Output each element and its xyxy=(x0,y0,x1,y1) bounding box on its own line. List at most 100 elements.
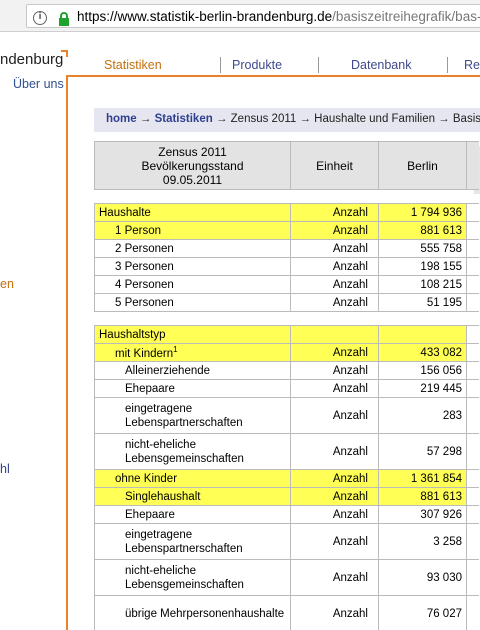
row-label-text: Alleinerziehende xyxy=(125,364,211,377)
row-label-text: 3 Personen xyxy=(115,260,174,273)
url-field[interactable]: i https://www.statistik-berlin-brandenbu… xyxy=(26,4,480,28)
row-unit xyxy=(290,325,379,344)
row-next-cell xyxy=(466,293,479,312)
nav-more[interactable]: Re xyxy=(464,58,480,72)
row-unit: Anzahl xyxy=(290,361,379,380)
row-value: 307 926 xyxy=(378,505,467,524)
breadcrumb-trail: → Zensus 2011 → Haushalte und Familien →… xyxy=(215,113,480,125)
row-unit: Anzahl xyxy=(290,257,379,276)
table-row: Alleinerziehende Anzahl 156 056 xyxy=(94,361,479,380)
row-unit: Anzahl xyxy=(290,397,379,434)
row-unit: Anzahl xyxy=(290,275,379,294)
spacer-cell xyxy=(290,189,379,204)
row-label-text: ohne Kinder xyxy=(115,472,178,485)
row-value: 1 794 936 xyxy=(378,203,467,222)
browser-address-bar: i https://www.statistik-berlin-brandenbu… xyxy=(0,0,480,32)
spacer-cell xyxy=(378,311,467,326)
row-label: eingetragene Lebenspartnerschaften xyxy=(94,523,291,560)
footnote-marker[interactable]: 1 xyxy=(173,345,177,354)
table-row: nicht-eheliche Lebensgemeinschaften Anzah… xyxy=(94,559,479,596)
row-label-text: Singlehaushalt xyxy=(125,490,201,503)
breadcrumb-home[interactable]: home xyxy=(106,113,137,125)
spacer-cell xyxy=(378,189,467,204)
breadcrumb-statistiken[interactable]: Statistiken xyxy=(155,113,213,125)
site-brand[interactable]: ndenburg xyxy=(0,51,63,68)
row-unit: Anzahl xyxy=(290,433,379,470)
row-label: 4 Personen xyxy=(94,275,291,294)
lock-icon xyxy=(59,12,69,26)
row-label: 2 Personen xyxy=(94,239,291,258)
row-next-cell xyxy=(466,257,479,276)
row-label-text: Ehepaare xyxy=(125,508,175,521)
spacer-cell xyxy=(94,311,291,326)
group-spacer xyxy=(94,189,479,204)
row-next-cell xyxy=(466,433,479,470)
row-unit: Anzahl xyxy=(290,293,379,312)
nav-produkte[interactable]: Produkte xyxy=(232,58,282,72)
nav-statistiken[interactable]: Statistiken xyxy=(104,58,162,72)
row-label: 1 Person xyxy=(94,221,291,240)
spacer-cell xyxy=(290,311,379,326)
header-title-line: Bevölkerungsstand xyxy=(141,158,244,173)
header-title: Zensus 2011 Bevölkerungsstand 09.05.2011 xyxy=(94,141,291,190)
brand-mark-icon xyxy=(61,50,68,57)
row-label-text: nicht-eheliche Lebensgemeinschaften xyxy=(125,564,244,591)
row-label-text: Haushalte xyxy=(99,206,151,219)
table-row: Ehepaare Anzahl 307 926 xyxy=(94,505,479,524)
nav-separator xyxy=(447,57,448,73)
row-next-cell xyxy=(466,397,479,434)
info-icon[interactable]: i xyxy=(33,11,47,25)
row-next-cell xyxy=(466,469,479,488)
table-row: 5 Personen Anzahl 51 195 xyxy=(94,293,479,312)
row-next-cell xyxy=(466,505,479,524)
row-unit: Anzahl xyxy=(290,523,379,560)
row-next-cell xyxy=(466,343,479,362)
table-row: Haushaltstyp xyxy=(94,325,479,344)
table-row: Haushalte Anzahl 1 794 936 xyxy=(94,203,479,222)
row-value: 219 445 xyxy=(378,379,467,398)
table-row: eingetragene Lebenspartnerschaften Anzahl… xyxy=(94,523,479,560)
table-row: 2 Personen Anzahl 555 758 xyxy=(94,239,479,258)
row-value: 433 082 xyxy=(378,343,467,362)
row-next-cell xyxy=(466,361,479,380)
row-unit: Anzahl xyxy=(290,595,379,630)
row-next-cell xyxy=(466,523,479,560)
header-unit: Einheit xyxy=(290,141,379,190)
breadcrumb: home → Statistiken → Zensus 2011 → Haush… xyxy=(94,108,480,132)
row-value: 76 027 xyxy=(378,595,467,630)
nav-separator xyxy=(318,57,319,73)
table-row: mit Kindern1 Anzahl 433 082 xyxy=(94,343,479,362)
row-label: Alleinerziehende xyxy=(94,361,291,380)
row-label-text: mit Kindern xyxy=(115,347,174,360)
row-next-cell xyxy=(466,379,479,398)
row-label-text: 4 Personen xyxy=(115,278,174,291)
table-row: Ehepaare Anzahl 219 445 xyxy=(94,379,479,398)
sidebar-fragment[interactable]: en xyxy=(0,277,14,291)
row-label-text: 1 Person xyxy=(115,224,162,237)
row-label: Ehepaare xyxy=(94,505,291,524)
row-next-cell xyxy=(466,275,479,294)
row-label: mit Kindern1 xyxy=(94,343,291,362)
table-row: nicht-eheliche Lebensgemeinschaften Anzah… xyxy=(94,433,479,470)
row-value: 108 215 xyxy=(378,275,467,294)
table-header: Zensus 2011 Bevölkerungsstand 09.05.2011… xyxy=(94,141,479,190)
row-next-cell xyxy=(466,595,479,630)
row-label: nicht-eheliche Lebensgemeinschaften xyxy=(94,559,291,596)
row-unit: Anzahl xyxy=(290,379,379,398)
row-value: 881 613 xyxy=(378,487,467,506)
content-frame-left xyxy=(66,75,68,630)
nav-about[interactable]: Über uns xyxy=(13,77,64,91)
table-row: 3 Personen Anzahl 198 155 xyxy=(94,257,479,276)
row-label: Haushaltstyp xyxy=(94,325,291,344)
header-next xyxy=(466,141,479,190)
row-value: 283 xyxy=(378,397,467,434)
sidebar-fragment[interactable]: hl xyxy=(0,462,10,476)
row-value: 881 613 xyxy=(378,221,467,240)
row-label-text: übrige Mehrpersonenhaushalte xyxy=(125,607,285,620)
row-value: 3 258 xyxy=(378,523,467,560)
spacer-cell xyxy=(466,311,479,326)
nav-datenbank[interactable]: Datenbank xyxy=(351,58,411,72)
table-row: übrige Mehrpersonenhaushalte Anzahl 76 027 xyxy=(94,595,479,630)
row-label-text: 5 Personen xyxy=(115,296,174,309)
header-region: Berlin xyxy=(378,141,467,190)
